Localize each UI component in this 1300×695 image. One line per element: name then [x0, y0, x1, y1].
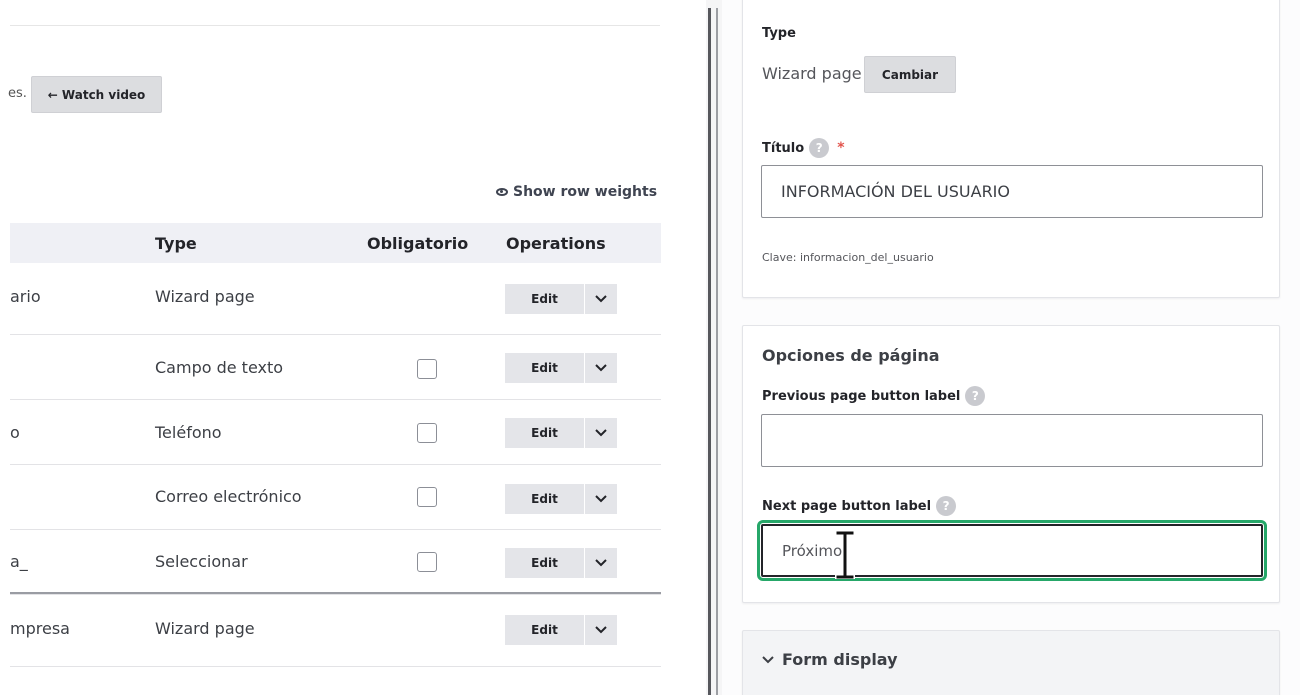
chevron-down-icon — [595, 626, 607, 634]
table-row: a_ Seleccionar Edit — [10, 530, 661, 595]
show-row-weights-link[interactable]: Show row weights — [496, 184, 657, 200]
type-label: Type — [762, 26, 796, 41]
table-row: o Teléfono Edit — [10, 400, 661, 465]
table-row: ario Wizard page Edit — [10, 263, 661, 335]
edit-button[interactable]: Edit — [505, 284, 585, 314]
show-row-weights-label: Show row weights — [513, 184, 658, 200]
edit-button[interactable]: Edit — [505, 484, 585, 514]
chevron-down-icon — [595, 364, 607, 372]
table-row: mpresa Wizard page Edit — [10, 592, 661, 667]
text-cursor-icon — [835, 531, 855, 579]
panel-resize-handle[interactable] — [706, 0, 722, 695]
table-row: Campo de texto Edit — [10, 335, 661, 400]
help-icon[interactable]: ? — [936, 496, 957, 516]
more-operations-toggle[interactable] — [585, 418, 617, 448]
element-settings-panel: Type Wizard page Cambiar Título ? * INFO… — [722, 0, 1300, 695]
resize-bar — [708, 8, 711, 695]
page-options-card: Opciones de página Previous page button … — [742, 325, 1280, 603]
column-header-operations: Operations — [506, 234, 606, 253]
element-type: Wizard page — [155, 619, 255, 638]
divider — [10, 25, 660, 26]
title-input[interactable]: INFORMACIÓN DEL USUARIO — [761, 165, 1263, 218]
more-operations-toggle[interactable] — [585, 548, 617, 578]
form-display-toggle[interactable]: Form display — [762, 650, 898, 669]
title-label-group: Título ? * — [762, 138, 845, 158]
next-page-button-value: Próximo — [782, 541, 843, 560]
form-display-label: Form display — [782, 650, 898, 669]
element-type: Seleccionar — [155, 552, 248, 571]
element-title[interactable]: mpresa — [10, 619, 70, 638]
webform-elements-panel: es. ← Watch video Show row weights Type … — [0, 0, 705, 695]
eye-icon — [496, 188, 508, 196]
required-checkbox[interactable] — [417, 423, 437, 443]
more-operations-toggle[interactable] — [585, 284, 617, 314]
machine-name: Clave: informacion_del_usuario — [762, 251, 934, 264]
more-operations-toggle[interactable] — [585, 353, 617, 383]
next-label-group: Next page button label ? — [762, 496, 957, 516]
chevron-down-icon — [595, 495, 607, 503]
watch-video-button[interactable]: ← Watch video — [31, 76, 162, 113]
element-type: Teléfono — [155, 423, 222, 442]
element-title[interactable]: o — [10, 423, 20, 442]
intro-text: es. — [8, 86, 27, 101]
element-type: Wizard page — [155, 287, 255, 306]
element-title[interactable]: a_ — [10, 552, 28, 571]
help-icon[interactable]: ? — [965, 386, 986, 406]
form-display-card[interactable]: Form display — [742, 630, 1280, 695]
table-row: Correo electrónico Edit — [10, 465, 661, 530]
more-operations-toggle[interactable] — [585, 484, 617, 514]
operations-dropbutton: Edit — [505, 548, 617, 578]
operations-dropbutton: Edit — [505, 484, 617, 514]
edit-button[interactable]: Edit — [505, 615, 585, 645]
edit-button[interactable]: Edit — [505, 418, 585, 448]
element-settings-card: Type Wizard page Cambiar Título ? * INFO… — [742, 0, 1280, 298]
operations-dropbutton: Edit — [505, 353, 617, 383]
edit-button[interactable]: Edit — [505, 548, 585, 578]
help-icon[interactable]: ? — [809, 138, 830, 158]
element-type: Correo electrónico — [155, 487, 302, 506]
operations-dropbutton: Edit — [505, 615, 617, 645]
required-checkbox[interactable] — [417, 359, 437, 379]
previous-page-button-label: Previous page button label — [762, 388, 961, 404]
column-header-required: Obligatorio — [367, 234, 469, 253]
element-type: Campo de texto — [155, 358, 284, 377]
title-label: Título — [762, 140, 805, 156]
change-type-button[interactable]: Cambiar — [864, 56, 956, 93]
element-title[interactable]: ario — [10, 287, 41, 306]
chevron-down-icon — [762, 655, 774, 663]
more-operations-toggle[interactable] — [585, 615, 617, 645]
type-value: Wizard page — [762, 64, 862, 83]
required-checkbox[interactable] — [417, 552, 437, 572]
operations-dropbutton: Edit — [505, 284, 617, 314]
page-options-title: Opciones de página — [762, 346, 940, 365]
required-marker: * — [837, 140, 845, 156]
prev-label-group: Previous page button label ? — [762, 386, 986, 406]
next-page-button-label: Next page button label — [762, 498, 932, 514]
chevron-down-icon — [595, 559, 607, 567]
required-checkbox[interactable] — [417, 487, 437, 507]
operations-dropbutton: Edit — [505, 418, 617, 448]
resize-bar — [716, 8, 718, 695]
previous-page-button-input[interactable] — [761, 414, 1263, 467]
column-header-type: Type — [155, 234, 197, 253]
chevron-down-icon — [595, 429, 607, 437]
chevron-down-icon — [595, 295, 607, 303]
edit-button[interactable]: Edit — [505, 353, 585, 383]
